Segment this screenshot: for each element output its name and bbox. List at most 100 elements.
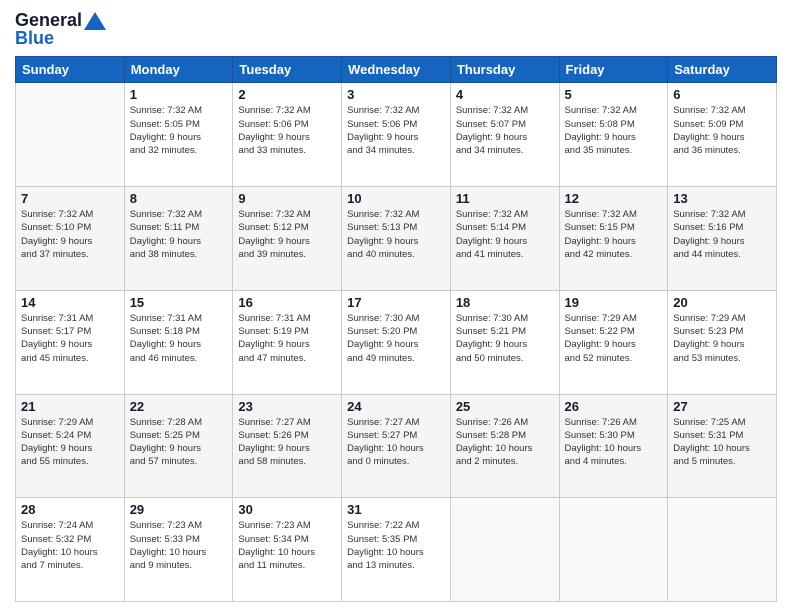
day-info: Sunrise: 7:32 AM Sunset: 5:08 PM Dayligh… bbox=[565, 104, 663, 157]
calendar-cell: 10Sunrise: 7:32 AM Sunset: 5:13 PM Dayli… bbox=[342, 187, 451, 291]
day-info: Sunrise: 7:32 AM Sunset: 5:16 PM Dayligh… bbox=[673, 208, 771, 261]
day-header-wednesday: Wednesday bbox=[342, 57, 451, 83]
day-header-saturday: Saturday bbox=[668, 57, 777, 83]
day-number: 29 bbox=[130, 502, 228, 517]
calendar-cell: 9 Sunrise: 7:32 AM Sunset: 5:12 PM Daylig… bbox=[233, 187, 342, 291]
calendar-cell: 13 Sunrise: 7:32 AM Sunset: 5:16 PM Dayli… bbox=[668, 187, 777, 291]
day-info: Sunrise: 7:27 AM Sunset: 5:26 PM Dayligh… bbox=[238, 416, 336, 469]
day-info: Sunrise: 7:30 AM Sunset: 5:20 PM Dayligh… bbox=[347, 312, 445, 365]
day-number: 21 bbox=[21, 399, 119, 414]
day-number: 19 bbox=[565, 295, 663, 310]
day-number: 7 bbox=[21, 191, 119, 206]
calendar-cell: 14 Sunrise: 7:31 AM Sunset: 5:17 PM Dayli… bbox=[16, 290, 125, 394]
calendar-cell: 2 Sunrise: 7:32 AM Sunset: 5:06 PM Daylig… bbox=[233, 83, 342, 187]
day-number: 9 bbox=[238, 191, 336, 206]
day-number: 31 bbox=[347, 502, 445, 517]
day-info: Sunrise: 7:32 AM Sunset: 5:12 PM Dayligh… bbox=[238, 208, 336, 261]
day-info: Sunrise: 7:23 AM Sunset: 5:33 PM Dayligh… bbox=[130, 519, 228, 572]
calendar-cell: 16 Sunrise: 7:31 AM Sunset: 5:19 PM Dayli… bbox=[233, 290, 342, 394]
calendar-cell: 4 Sunrise: 7:32 AM Sunset: 5:07 PM Daylig… bbox=[450, 83, 559, 187]
day-info: Sunrise: 7:32 AM Sunset: 5:11 PM Dayligh… bbox=[130, 208, 228, 261]
day-number: 8 bbox=[130, 191, 228, 206]
day-info: Sunrise: 7:26 AM Sunset: 5:30 PM Dayligh… bbox=[565, 416, 663, 469]
day-info: Sunrise: 7:32 AM Sunset: 5:09 PM Dayligh… bbox=[673, 104, 771, 157]
day-number: 15 bbox=[130, 295, 228, 310]
day-number: 25 bbox=[456, 399, 554, 414]
calendar-cell: 7 Sunrise: 7:32 AM Sunset: 5:10 PM Daylig… bbox=[16, 187, 125, 291]
day-info: Sunrise: 7:32 AM Sunset: 5:05 PM Dayligh… bbox=[130, 104, 228, 157]
calendar-cell: 11 Sunrise: 7:32 AM Sunset: 5:14 PM Dayli… bbox=[450, 187, 559, 291]
calendar-cell: 12Sunrise: 7:32 AM Sunset: 5:15 PM Dayli… bbox=[559, 187, 668, 291]
calendar-header-row: SundayMondayTuesdayWednesdayThursdayFrid… bbox=[16, 57, 777, 83]
day-info: Sunrise: 7:29 AM Sunset: 5:23 PM Dayligh… bbox=[673, 312, 771, 365]
day-info: Sunrise: 7:32 AM Sunset: 5:07 PM Dayligh… bbox=[456, 104, 554, 157]
day-header-monday: Monday bbox=[124, 57, 233, 83]
page: General Blue SundayMondayTuesdayWednesda… bbox=[0, 0, 792, 612]
calendar-cell: 18Sunrise: 7:30 AM Sunset: 5:21 PM Dayli… bbox=[450, 290, 559, 394]
calendar-cell: 31 Sunrise: 7:22 AM Sunset: 5:35 PM Dayli… bbox=[342, 498, 451, 602]
calendar-week-5: 28 Sunrise: 7:24 AM Sunset: 5:32 PM Dayli… bbox=[16, 498, 777, 602]
day-number: 12 bbox=[565, 191, 663, 206]
day-info: Sunrise: 7:31 AM Sunset: 5:19 PM Dayligh… bbox=[238, 312, 336, 365]
calendar-cell: 29 Sunrise: 7:23 AM Sunset: 5:33 PM Dayli… bbox=[124, 498, 233, 602]
day-number: 22 bbox=[130, 399, 228, 414]
day-info: Sunrise: 7:22 AM Sunset: 5:35 PM Dayligh… bbox=[347, 519, 445, 572]
calendar-cell: 21 Sunrise: 7:29 AM Sunset: 5:24 PM Dayli… bbox=[16, 394, 125, 498]
day-header-sunday: Sunday bbox=[16, 57, 125, 83]
day-info: Sunrise: 7:32 AM Sunset: 5:06 PM Dayligh… bbox=[347, 104, 445, 157]
day-info: Sunrise: 7:24 AM Sunset: 5:32 PM Dayligh… bbox=[21, 519, 119, 572]
day-info: Sunrise: 7:28 AM Sunset: 5:25 PM Dayligh… bbox=[130, 416, 228, 469]
day-info: Sunrise: 7:29 AM Sunset: 5:22 PM Dayligh… bbox=[565, 312, 663, 365]
calendar-cell: 17Sunrise: 7:30 AM Sunset: 5:20 PM Dayli… bbox=[342, 290, 451, 394]
day-number: 4 bbox=[456, 87, 554, 102]
day-info: Sunrise: 7:26 AM Sunset: 5:28 PM Dayligh… bbox=[456, 416, 554, 469]
calendar-cell: 27 Sunrise: 7:25 AM Sunset: 5:31 PM Dayli… bbox=[668, 394, 777, 498]
calendar-cell: 3 Sunrise: 7:32 AM Sunset: 5:06 PM Daylig… bbox=[342, 83, 451, 187]
calendar-cell: 24 Sunrise: 7:27 AM Sunset: 5:27 PM Dayli… bbox=[342, 394, 451, 498]
calendar-cell: 8 Sunrise: 7:32 AM Sunset: 5:11 PM Daylig… bbox=[124, 187, 233, 291]
day-number: 2 bbox=[238, 87, 336, 102]
calendar-cell: 22 Sunrise: 7:28 AM Sunset: 5:25 PM Dayli… bbox=[124, 394, 233, 498]
calendar-cell bbox=[668, 498, 777, 602]
day-info: Sunrise: 7:32 AM Sunset: 5:10 PM Dayligh… bbox=[21, 208, 119, 261]
day-info: Sunrise: 7:32 AM Sunset: 5:13 PM Dayligh… bbox=[347, 208, 445, 261]
day-header-thursday: Thursday bbox=[450, 57, 559, 83]
day-number: 1 bbox=[130, 87, 228, 102]
day-number: 27 bbox=[673, 399, 771, 414]
day-info: Sunrise: 7:32 AM Sunset: 5:14 PM Dayligh… bbox=[456, 208, 554, 261]
day-number: 3 bbox=[347, 87, 445, 102]
day-number: 16 bbox=[238, 295, 336, 310]
calendar-cell: 30 Sunrise: 7:23 AM Sunset: 5:34 PM Dayli… bbox=[233, 498, 342, 602]
calendar-week-4: 21 Sunrise: 7:29 AM Sunset: 5:24 PM Dayli… bbox=[16, 394, 777, 498]
calendar-cell bbox=[559, 498, 668, 602]
day-number: 20 bbox=[673, 295, 771, 310]
day-number: 5 bbox=[565, 87, 663, 102]
day-number: 18 bbox=[456, 295, 554, 310]
day-number: 14 bbox=[21, 295, 119, 310]
day-number: 11 bbox=[456, 191, 554, 206]
day-number: 30 bbox=[238, 502, 336, 517]
day-number: 28 bbox=[21, 502, 119, 517]
calendar-cell: 25 Sunrise: 7:26 AM Sunset: 5:28 PM Dayli… bbox=[450, 394, 559, 498]
day-number: 6 bbox=[673, 87, 771, 102]
day-info: Sunrise: 7:23 AM Sunset: 5:34 PM Dayligh… bbox=[238, 519, 336, 572]
calendar-cell bbox=[450, 498, 559, 602]
day-info: Sunrise: 7:32 AM Sunset: 5:06 PM Dayligh… bbox=[238, 104, 336, 157]
day-info: Sunrise: 7:27 AM Sunset: 5:27 PM Dayligh… bbox=[347, 416, 445, 469]
calendar-cell: 5 Sunrise: 7:32 AM Sunset: 5:08 PM Daylig… bbox=[559, 83, 668, 187]
day-info: Sunrise: 7:31 AM Sunset: 5:18 PM Dayligh… bbox=[130, 312, 228, 365]
logo-icon bbox=[84, 12, 106, 30]
header: General Blue bbox=[15, 10, 777, 48]
logo-general: General bbox=[15, 10, 82, 30]
day-header-tuesday: Tuesday bbox=[233, 57, 342, 83]
calendar-week-3: 14 Sunrise: 7:31 AM Sunset: 5:17 PM Dayli… bbox=[16, 290, 777, 394]
day-number: 13 bbox=[673, 191, 771, 206]
day-number: 24 bbox=[347, 399, 445, 414]
day-info: Sunrise: 7:29 AM Sunset: 5:24 PM Dayligh… bbox=[21, 416, 119, 469]
day-info: Sunrise: 7:25 AM Sunset: 5:31 PM Dayligh… bbox=[673, 416, 771, 469]
day-info: Sunrise: 7:31 AM Sunset: 5:17 PM Dayligh… bbox=[21, 312, 119, 365]
calendar-cell: 6 Sunrise: 7:32 AM Sunset: 5:09 PM Daylig… bbox=[668, 83, 777, 187]
calendar-cell bbox=[16, 83, 125, 187]
calendar-table: SundayMondayTuesdayWednesdayThursdayFrid… bbox=[15, 56, 777, 602]
calendar-cell: 26Sunrise: 7:26 AM Sunset: 5:30 PM Dayli… bbox=[559, 394, 668, 498]
